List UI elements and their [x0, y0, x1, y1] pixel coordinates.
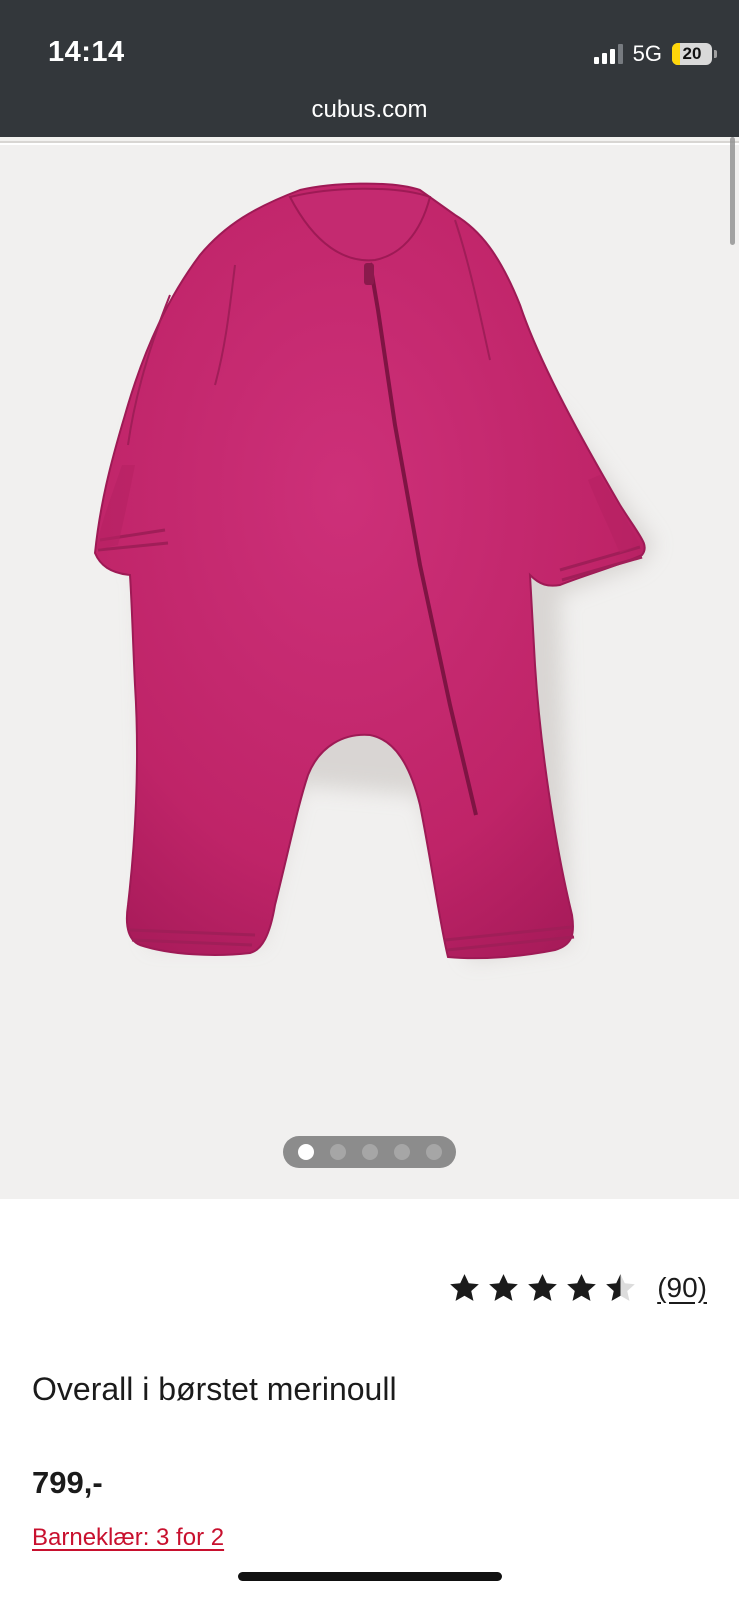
- status-indicators: 5G 20: [593, 40, 717, 68]
- status-time: 14:14: [48, 36, 125, 68]
- gallery-dot[interactable]: [297, 1144, 314, 1160]
- rating-stars: [448, 1272, 637, 1305]
- gallery-dot[interactable]: [425, 1144, 442, 1160]
- star-icon: [450, 1273, 480, 1301]
- star-icon: [528, 1273, 558, 1301]
- gallery-dot[interactable]: [393, 1144, 410, 1160]
- page-scrollbar[interactable]: [730, 137, 735, 245]
- cellular-signal-icon: [593, 44, 623, 64]
- product-rating[interactable]: (90): [448, 1268, 707, 1308]
- product-image-gallery[interactable]: [0, 145, 739, 1199]
- home-indicator[interactable]: [238, 1572, 502, 1581]
- header-divider: [0, 137, 739, 143]
- battery-level: 20: [682, 44, 702, 63]
- star-icon: [567, 1273, 597, 1301]
- product-price: 799,-: [32, 1465, 103, 1500]
- gallery-pagination[interactable]: [283, 1136, 456, 1168]
- gallery-dot[interactable]: [361, 1144, 378, 1160]
- product-title: Overall i børstet merinoull: [32, 1371, 397, 1407]
- network-type: 5G: [632, 41, 662, 66]
- rating-count-link[interactable]: (90): [657, 1272, 707, 1304]
- address-bar-url[interactable]: cubus.com: [0, 96, 739, 124]
- browser-header: 14:14 5G 20 cubus.com: [0, 0, 739, 137]
- battery-icon: 20: [672, 43, 717, 65]
- star-icon: [489, 1273, 519, 1301]
- promo-link[interactable]: Barneklær: 3 for 2: [32, 1524, 224, 1552]
- star-icon: [606, 1273, 636, 1301]
- product-image: [93, 182, 655, 960]
- gallery-dot[interactable]: [329, 1144, 346, 1160]
